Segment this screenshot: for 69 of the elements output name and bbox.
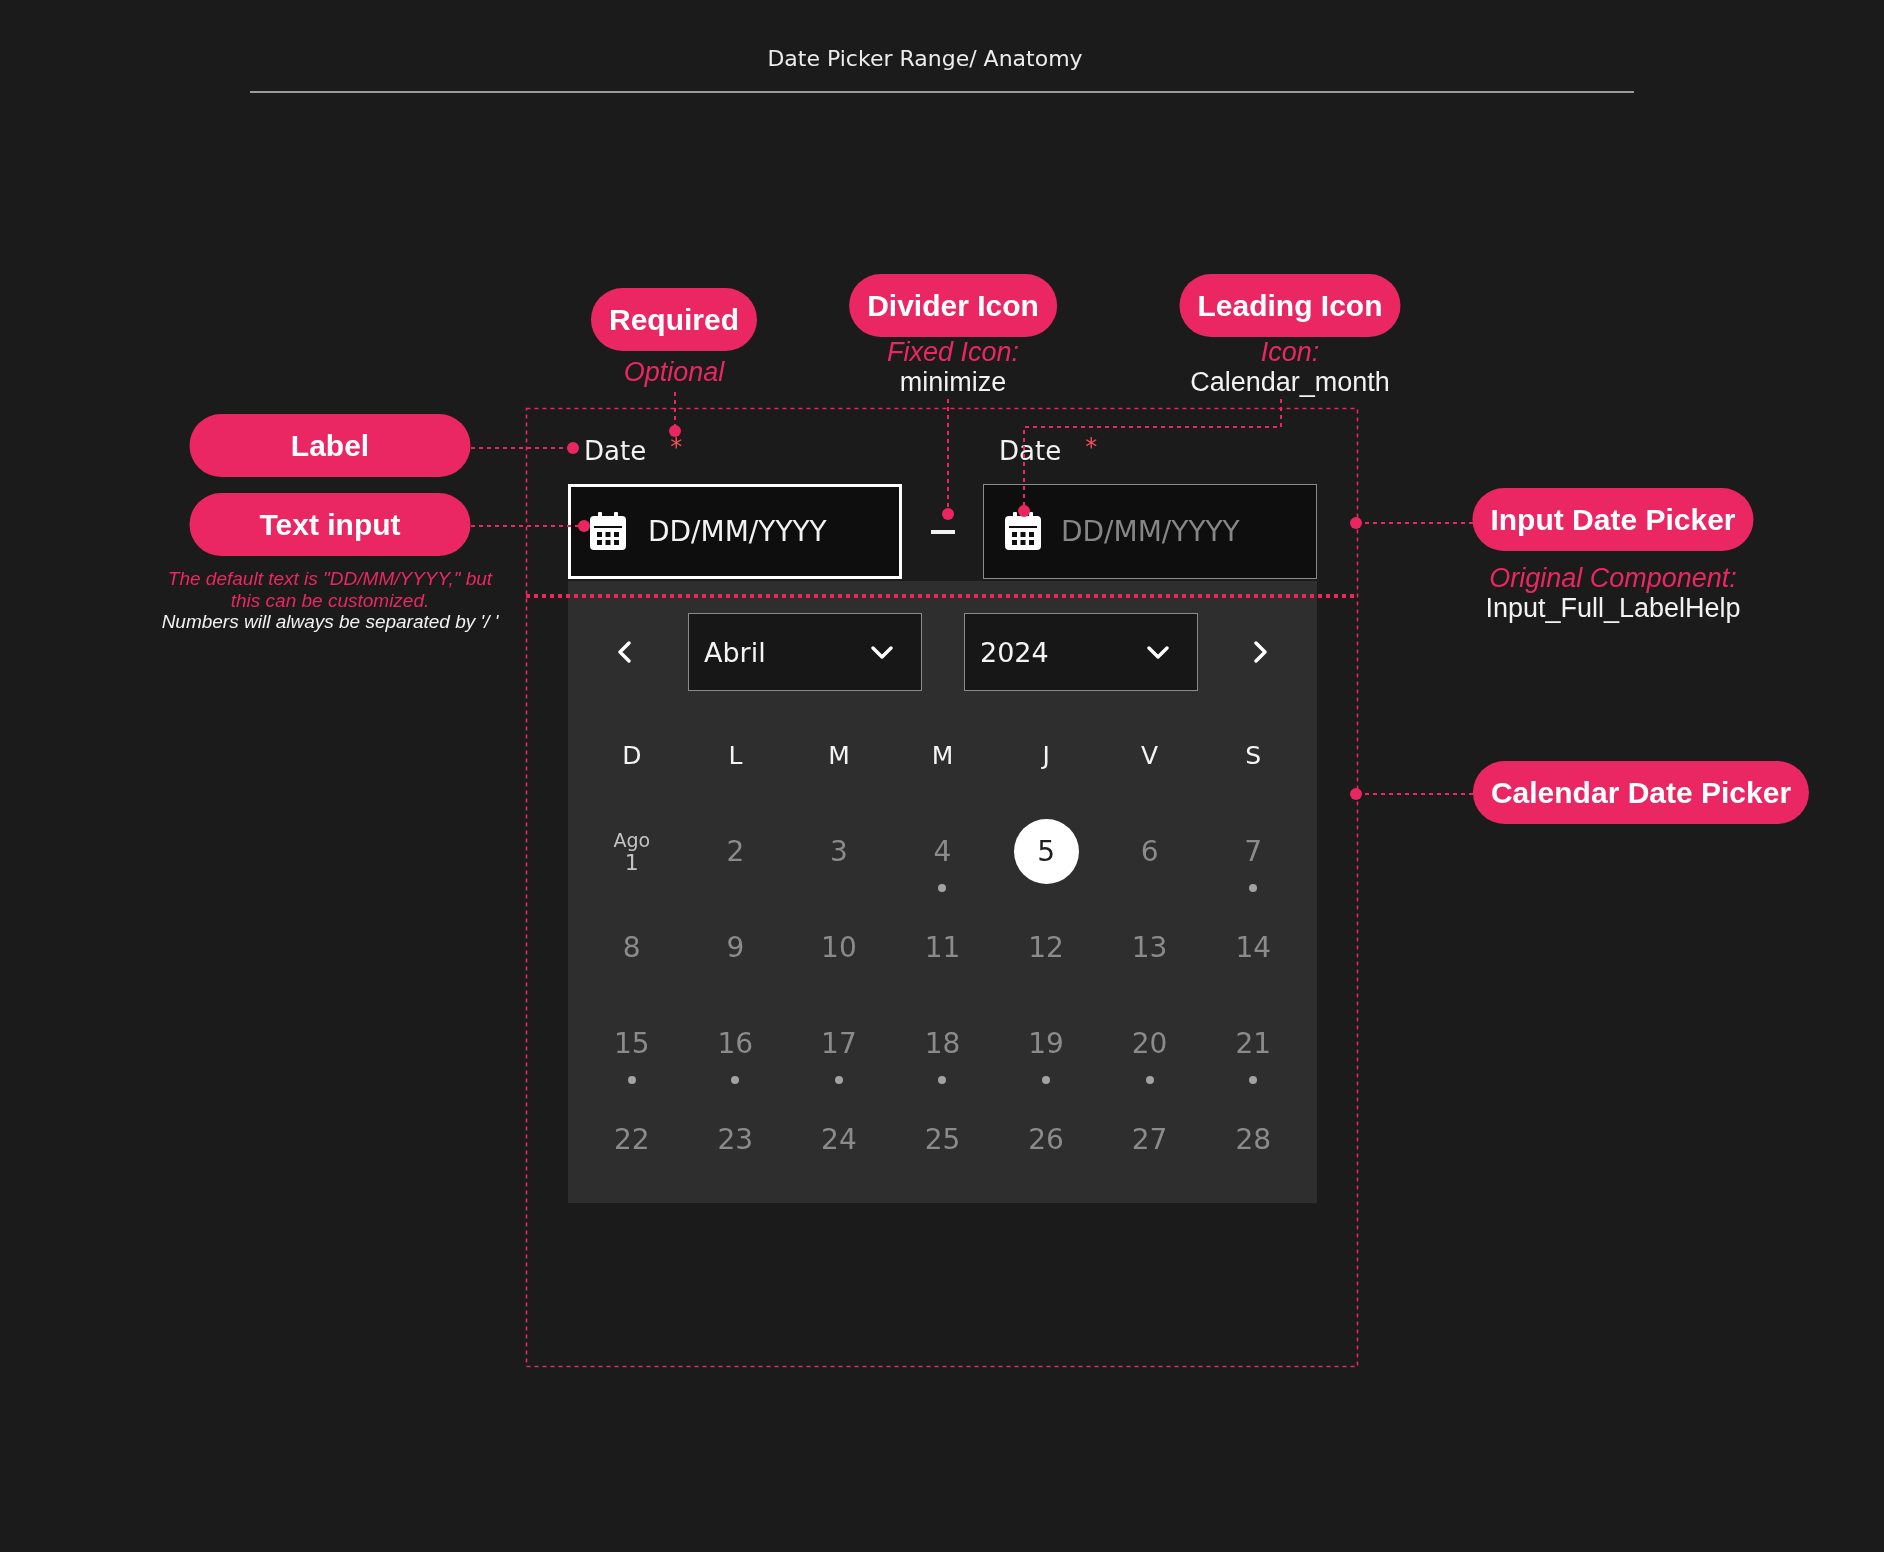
calendar-day[interactable]: 7 [1220, 819, 1286, 884]
annotation-note: Optional [623, 357, 725, 387]
weekday-label: M [931, 741, 954, 771]
calendar-day[interactable]: 17 [806, 1011, 872, 1076]
calendar-day[interactable]: 20 [1117, 1011, 1183, 1076]
annotation-tag: Calendar Date Picker [1472, 761, 1810, 824]
calendar-icon [590, 512, 626, 550]
chevron-down-icon [1147, 645, 1169, 659]
calendar-icon [1005, 512, 1041, 550]
calendar-day[interactable]: 19 [1013, 1011, 1079, 1076]
annotation-tag: Input Date Picker [1472, 488, 1754, 551]
next-month-button[interactable] [1254, 641, 1268, 663]
chevron-right-icon [1254, 641, 1268, 663]
calendar-day[interactable]: 25 [910, 1107, 975, 1172]
annotation-note: Fixed Icon: [886, 337, 1020, 367]
annotation-tag: Divider Icon [849, 274, 1057, 337]
weekday-label: J [1042, 741, 1050, 771]
annotation-tag: Label [189, 414, 471, 477]
chevron-down-icon [871, 645, 893, 659]
chevron-left-icon [617, 641, 631, 663]
calendar-day[interactable]: 4 [910, 819, 975, 884]
calendar-day[interactable]: 9 [702, 915, 768, 980]
minus-icon [930, 529, 955, 534]
page-title: Date Picker Range/ Anatomy [766, 45, 1084, 73]
calendar-day[interactable]: 22 [599, 1107, 665, 1172]
weekday-label: D [622, 741, 642, 771]
calendar-day[interactable]: 18 [910, 1011, 975, 1076]
calendar-day[interactable]: 3 [806, 819, 872, 884]
calendar-day[interactable]: Ago 1 [599, 819, 665, 884]
calendar-day[interactable]: 11 [910, 915, 975, 980]
annotation-tag: Leading Icon [1179, 274, 1401, 337]
annotation-note: Calendar_month [1190, 367, 1390, 397]
date-input[interactable]: DD/MM/YYYY [983, 484, 1317, 579]
annotation-note: Numbers will always be separated by '/ ' [161, 611, 499, 633]
calendar-day[interactable]: 13 [1117, 915, 1183, 980]
annotation-note: Icon: [1260, 337, 1320, 367]
weekday-label: L [728, 741, 743, 771]
month-select[interactable]: Abril [688, 613, 922, 691]
annotation-note: minimize [899, 367, 1007, 397]
annotation-note: The default text is "DD/MM/YYYY," but this can be customized. [166, 568, 494, 611]
annotation-tag: Required [591, 288, 757, 351]
required-asterisk: * [1085, 434, 1098, 460]
weekday-label: M [828, 741, 850, 771]
year-select[interactable]: 2024 [964, 613, 1198, 691]
calendar-day[interactable]: 12 [1013, 915, 1079, 980]
field-label: Date [584, 436, 647, 466]
calendar-day[interactable]: 23 [702, 1107, 768, 1172]
calendar-day[interactable]: 28 [1220, 1107, 1286, 1172]
calendar-day[interactable]: 14 [1220, 915, 1286, 980]
calendar-day[interactable]: 2 [702, 819, 768, 884]
calendar-day[interactable]: 21 [1220, 1011, 1286, 1076]
weekday-label: S [1245, 741, 1262, 771]
annotation-note: Original Component: [1489, 563, 1737, 593]
required-asterisk: * [670, 434, 683, 460]
calendar-day[interactable]: 6 [1117, 819, 1183, 884]
calendar-day[interactable]: 8 [599, 915, 665, 980]
calendar-day[interactable]: 16 [702, 1011, 768, 1076]
calendar-day[interactable]: 27 [1117, 1107, 1183, 1172]
calendar-day[interactable]: 10 [806, 915, 872, 980]
calendar-day[interactable]: 24 [806, 1107, 872, 1172]
field-label: Date [999, 436, 1062, 466]
weekday-label: V [1141, 741, 1159, 771]
leader-line [669, 391, 681, 437]
calendar-day[interactable]: 5 [1013, 819, 1079, 884]
annotation-note: Input_Full_LabelHelp [1485, 593, 1741, 623]
calendar-day[interactable]: 26 [1013, 1107, 1079, 1172]
previous-month-button[interactable] [617, 641, 631, 663]
annotation-tag: Text input [189, 493, 471, 556]
calendar-day[interactable]: 15 [599, 1011, 665, 1076]
